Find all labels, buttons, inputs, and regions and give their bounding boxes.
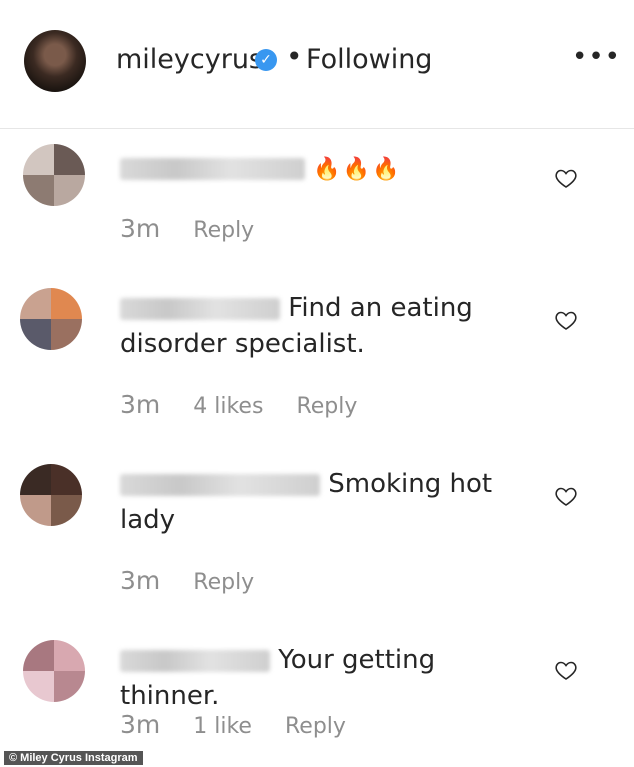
reply-button[interactable]: Reply <box>193 570 254 595</box>
profile-username[interactable]: mileycyrus <box>116 44 263 75</box>
blurred-username[interactable] <box>120 473 320 496</box>
likes-count[interactable]: 4 likes <box>193 394 263 419</box>
image-credit-caption: © Miley Cyrus Instagram <box>4 751 143 765</box>
comment-text: Your getting thinner. <box>120 642 520 714</box>
profile-avatar[interactable] <box>24 30 86 92</box>
separator-dot: • <box>286 40 303 73</box>
comment-meta: 3m Reply <box>120 214 280 243</box>
commenter-avatar[interactable] <box>23 144 85 206</box>
reply-button[interactable]: Reply <box>296 394 357 419</box>
blurred-username[interactable] <box>120 157 305 180</box>
commenter-avatar[interactable] <box>23 640 85 702</box>
following-button[interactable]: Following <box>306 44 432 75</box>
comment-text: Find an eating disorder specialist. <box>120 290 520 362</box>
comment-text: Smoking hot lady <box>120 466 520 538</box>
blurred-username[interactable] <box>120 649 270 672</box>
comment-time: 3m <box>120 214 161 243</box>
comment-meta: 3m 4 likes Reply <box>120 390 383 419</box>
likes-count[interactable]: 1 like <box>193 714 252 739</box>
comment-time: 3m <box>120 710 161 739</box>
blurred-username[interactable] <box>120 297 280 320</box>
heart-icon[interactable] <box>554 308 578 332</box>
heart-icon[interactable] <box>554 166 578 190</box>
comment-time: 3m <box>120 390 161 419</box>
post-header: mileycyrus ✓ • Following ••• <box>0 0 634 129</box>
more-options-icon[interactable]: ••• <box>572 42 621 72</box>
commenter-avatar[interactable] <box>20 464 82 526</box>
flame-emoji: 🔥🔥🔥 <box>313 157 402 182</box>
comment-meta: 3m Reply <box>120 566 280 595</box>
comment-time: 3m <box>120 566 161 595</box>
verified-badge-icon: ✓ <box>255 49 277 71</box>
reply-button[interactable]: Reply <box>285 714 346 739</box>
commenter-avatar[interactable] <box>20 288 82 350</box>
heart-icon[interactable] <box>554 658 578 682</box>
heart-icon[interactable] <box>554 484 578 508</box>
reply-button[interactable]: Reply <box>193 218 254 243</box>
comment-text: 🔥🔥🔥 <box>120 150 520 188</box>
comment-meta: 3m 1 like Reply <box>120 710 372 739</box>
